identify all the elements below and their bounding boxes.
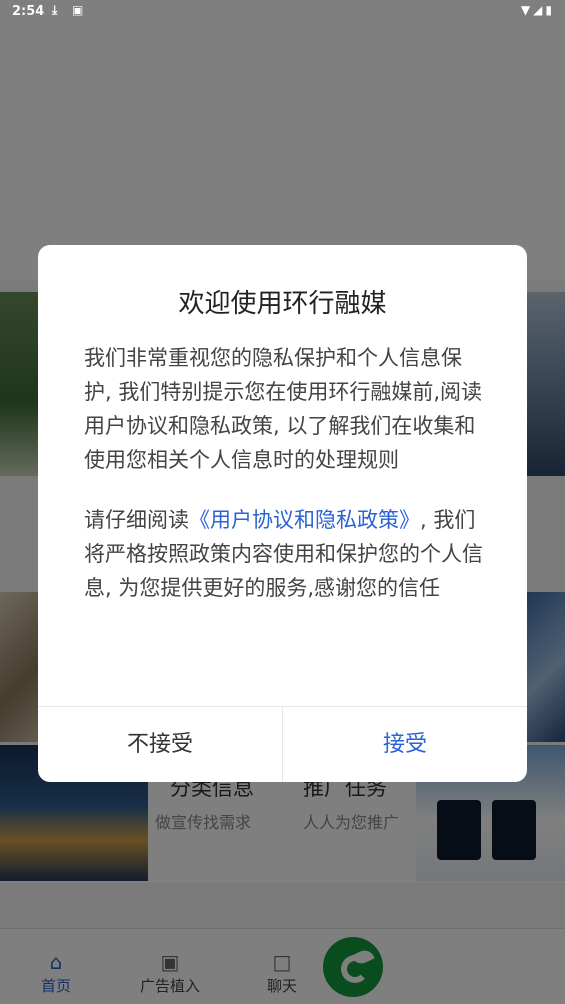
dialog-title: 欢迎使用环行融媒 (178, 289, 387, 319)
signal-icon: ◢ (533, 3, 546, 17)
accept-button[interactable]: 接受 (283, 707, 527, 782)
a-icon: ▣ (72, 3, 84, 17)
status-time-overlay: 2:54 (12, 4, 45, 19)
download-icon: ⤓ (52, 3, 58, 17)
decline-button[interactable]: 不接受 (38, 707, 282, 782)
dialog-paragraph-1: 我们非常重视您的隐私保护和个人信息保护, 我们特别提示您在使用环行融媒前,阅读用… (84, 346, 483, 472)
dialog-paragraph-2: 请仔细阅读《用户协议和隐私政策》, 我们将严格按照政策内容使用和保护您的个人信息… (84, 503, 484, 605)
privacy-dialog: 欢迎使用环行融媒 我们非常重视您的隐私保护和个人信息保护, 我们特别提示您在使用… (38, 245, 527, 782)
status-bar-overlay: 2:54 ⤓ ▣ ▼◢▮ (0, 0, 565, 24)
para2-prefix: 请仔细阅读 (84, 508, 189, 532)
dialog-body: 我们非常重视您的隐私保护和个人信息保护, 我们特别提示您在使用环行融媒前,阅读用… (84, 341, 484, 631)
battery-icon: ▮ (545, 3, 555, 17)
privacy-policy-link[interactable]: 《用户协议和隐私政策》 (189, 508, 420, 532)
wifi-icon: ▼ (520, 3, 534, 17)
status-right-icons: ▼◢▮ (521, 3, 555, 17)
